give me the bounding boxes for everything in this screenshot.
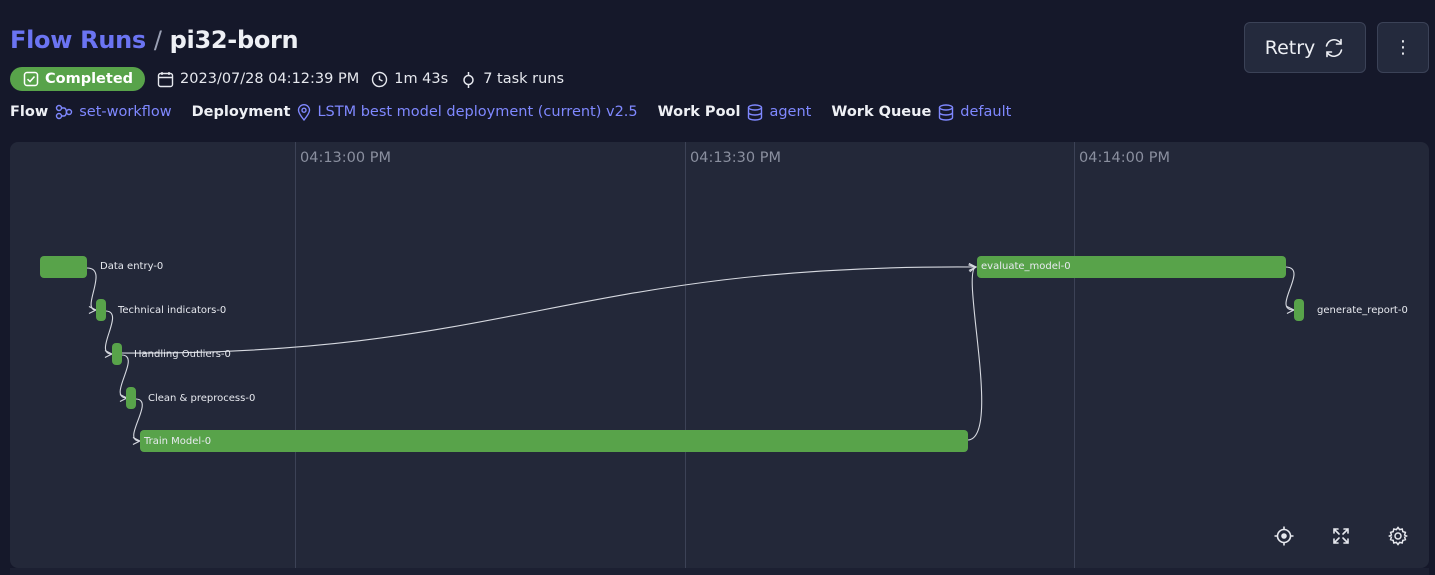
- duration: 1m 43s: [371, 71, 448, 88]
- expand-icon: [1333, 528, 1349, 544]
- recenter-button[interactable]: [1273, 525, 1295, 547]
- work-pool-link[interactable]: agent: [747, 103, 812, 121]
- flow-label: Flow: [10, 104, 49, 120]
- page-title: pi32-born: [169, 26, 299, 54]
- settings-icon: [1388, 526, 1408, 546]
- graph-bottom-edge: [10, 568, 1429, 575]
- fullscreen-button[interactable]: [1330, 525, 1352, 547]
- task-runs-value: 7 task runs: [483, 71, 565, 87]
- work-pool-value: agent: [769, 104, 812, 120]
- flow-icon: [56, 104, 73, 120]
- task-label: Handling Outliers-0: [134, 349, 231, 360]
- work-pool-label: Work Pool: [657, 104, 741, 120]
- flow-link[interactable]: set-workflow: [55, 104, 172, 120]
- graph-settings-button[interactable]: [1387, 525, 1409, 547]
- task-label: evaluate_model-0: [981, 261, 1071, 272]
- task-bar-train-model[interactable]: [140, 430, 968, 452]
- calendar-icon: [157, 71, 174, 87]
- work-queue-link[interactable]: default: [938, 103, 1012, 121]
- start-time-value: 2023/07/28 04:12:39 PM: [180, 71, 360, 87]
- edge: [121, 267, 976, 354]
- start-time: 2023/07/28 04:12:39 PM: [157, 71, 359, 88]
- refresh-icon: [1325, 38, 1343, 57]
- run-meta-row: Completed 2023/07/28 04:12:39 PM 1m 43s …: [10, 67, 564, 91]
- task-bar-clean-preprocess[interactable]: [126, 387, 136, 409]
- status-label: Completed: [45, 71, 134, 87]
- status-badge: Completed: [10, 67, 146, 91]
- task-run-icon: [463, 71, 474, 88]
- flow-run-timeline-graph[interactable]: 04:13:00 PM 04:13:30 PM 04:14:00 PM Data…: [10, 142, 1429, 568]
- breadcrumb: Flow Runs / pi32-born: [10, 22, 299, 58]
- more-options-button[interactable]: ⋮: [1377, 22, 1429, 73]
- run-info-row: Flow set-workflow Deployment LSTM best m…: [10, 101, 1031, 123]
- edge: [967, 267, 983, 441]
- task-bar-generate-report[interactable]: [1294, 299, 1304, 321]
- database-icon: [748, 103, 763, 121]
- flow-value: set-workflow: [79, 104, 172, 120]
- task-bar-handling-outliers[interactable]: [112, 343, 122, 365]
- breadcrumb-separator: /: [153, 26, 162, 54]
- task-runs-count: 7 task runs: [460, 71, 564, 88]
- check-square-icon: [23, 71, 39, 87]
- task-label: Technical indicators-0: [118, 305, 227, 316]
- deployment-value: LSTM best model deployment (current) v2.…: [317, 104, 638, 120]
- more-options-icon: ⋮: [1394, 37, 1412, 58]
- task-label: Train Model-0: [144, 436, 212, 447]
- location-pin-icon: [298, 103, 311, 121]
- task-bar-technical-indicators[interactable]: [96, 299, 106, 321]
- task-label: generate_report-0: [1317, 305, 1408, 316]
- deployment-label: Deployment: [191, 104, 291, 120]
- task-label: Clean & preprocess-0: [148, 393, 256, 404]
- breadcrumb-flow-runs-link[interactable]: Flow Runs: [10, 26, 146, 54]
- work-queue-value: default: [960, 104, 1012, 120]
- edge: [86, 267, 96, 310]
- database-icon: [939, 103, 954, 121]
- clock-icon: [372, 71, 388, 87]
- task-bar-data-entry[interactable]: [40, 256, 87, 278]
- duration-value: 1m 43s: [394, 71, 449, 87]
- edge: [1285, 266, 1294, 310]
- retry-label: Retry: [1264, 36, 1316, 59]
- retry-button[interactable]: Retry: [1244, 22, 1366, 73]
- task-label: Data entry-0: [100, 261, 164, 272]
- work-queue-label: Work Queue: [831, 104, 932, 120]
- deployment-link[interactable]: LSTM best model deployment (current) v2.…: [297, 103, 638, 121]
- page-header: Flow Runs / pi32-born: [10, 22, 299, 58]
- crosshair-icon: [1274, 526, 1294, 546]
